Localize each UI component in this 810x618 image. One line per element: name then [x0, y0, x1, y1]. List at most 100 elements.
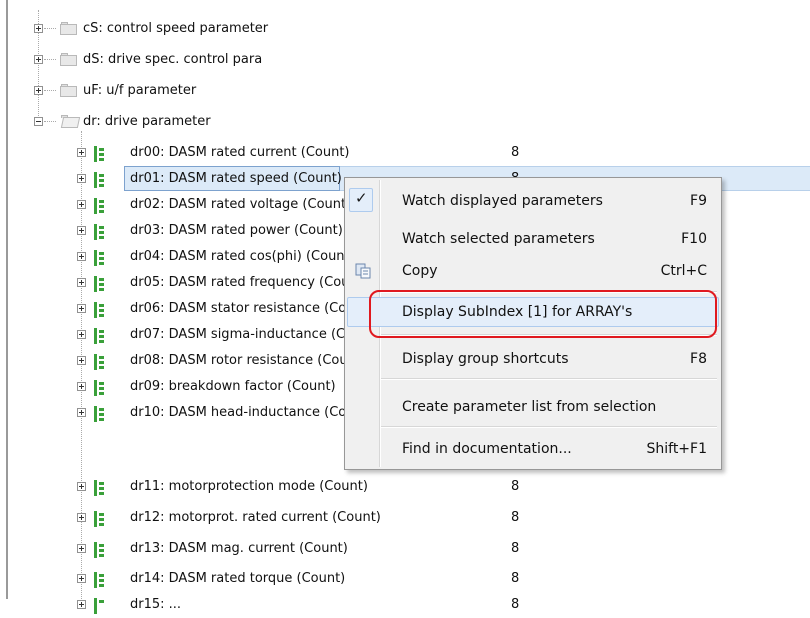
expand-icon[interactable]: [77, 382, 86, 391]
open-folder-icon: [60, 115, 81, 128]
folder-icon: [60, 53, 77, 66]
tree-group-cs[interactable]: cS: control speed parameter: [0, 16, 810, 42]
param-icon: [94, 511, 104, 527]
param-icon: [94, 276, 104, 292]
tree-connector: [44, 121, 56, 123]
menu-item-label: Create parameter list from selection: [402, 399, 657, 415]
param-icon: [94, 406, 104, 422]
param-label: dr03: DASM rated power (Count): [130, 223, 343, 238]
expand-icon[interactable]: [77, 148, 86, 157]
expand-icon[interactable]: [77, 574, 86, 583]
copy-icon: [355, 263, 371, 279]
param-label: dr02: DASM rated voltage (Count): [130, 197, 352, 212]
menu-item-label: Watch selected parameters: [402, 231, 595, 247]
expand-icon[interactable]: [77, 544, 86, 553]
tree-connector: [44, 28, 56, 30]
param-icon: [94, 598, 104, 614]
param-value: 8: [511, 510, 520, 525]
param-row-dr13[interactable]: dr13: DASM mag. current (Count) 8: [0, 536, 810, 562]
param-value: 8: [511, 541, 520, 556]
param-row-dr15[interactable]: dr15: ... 8: [0, 592, 810, 618]
param-icon: [94, 198, 104, 214]
param-value: 8: [511, 597, 520, 612]
param-label: dr14: DASM rated torque (Count): [130, 571, 346, 586]
param-label: dr10: DASM head-inductance (Count): [130, 405, 373, 420]
param-row-dr00[interactable]: dr00: DASM rated current (Count) 8: [0, 140, 810, 166]
menu-item-shortcut: Shift+F1: [646, 441, 707, 457]
param-row-dr11[interactable]: dr11: motorprotection mode (Count) 8: [0, 474, 810, 500]
tree-group-label: dr: drive parameter: [83, 114, 211, 129]
expand-icon[interactable]: [34, 24, 43, 33]
param-icon: [94, 480, 104, 496]
expand-icon[interactable]: [77, 482, 86, 491]
param-label: dr06: DASM stator resistance (Count): [130, 301, 373, 316]
menu-item-label: Find in documentation...: [402, 441, 572, 457]
expand-icon[interactable]: [77, 330, 86, 339]
tree-group-dr[interactable]: dr: drive parameter: [0, 109, 810, 135]
param-icon: [94, 302, 104, 318]
param-icon: [94, 224, 104, 240]
param-label: dr15: ...: [130, 597, 182, 612]
param-label: dr07: DASM sigma-inductance (Count): [130, 327, 380, 342]
tree-group-ds[interactable]: dS: drive spec. control para: [0, 47, 810, 73]
param-label: dr05: DASM rated frequency (Count): [130, 275, 368, 290]
param-value: 8: [511, 479, 520, 494]
expand-icon[interactable]: [77, 304, 86, 313]
param-icon: [94, 380, 104, 396]
expand-icon[interactable]: [77, 513, 86, 522]
menu-item-create-parameter-list[interactable]: Create parameter list from selection: [347, 392, 719, 422]
param-label: dr11: motorprotection mode (Count): [130, 479, 368, 494]
expand-icon[interactable]: [77, 252, 86, 261]
tree-group-label: cS: control speed parameter: [83, 21, 269, 36]
menu-item-shortcut: F10: [681, 231, 707, 247]
checkmark-icon: ✓: [355, 189, 368, 207]
expand-icon[interactable]: [34, 55, 43, 64]
menu-separator: [381, 378, 717, 380]
tree-group-uf[interactable]: uF: u/f parameter: [0, 78, 810, 104]
collapse-icon[interactable]: [34, 117, 43, 126]
menu-item-label: Watch displayed parameters: [402, 193, 603, 209]
menu-item-label: Copy: [402, 263, 438, 279]
expand-icon[interactable]: [77, 174, 86, 183]
menu-item-watch-displayed[interactable]: ✓ Watch displayed parameters F9: [347, 186, 719, 216]
menu-item-shortcut: Ctrl+C: [660, 263, 707, 279]
param-icon: [94, 542, 104, 558]
param-label: dr04: DASM rated cos(phi) (Count): [130, 249, 355, 264]
param-label: dr01: DASM rated speed (Count): [130, 171, 342, 186]
param-label: dr12: motorprot. rated current (Count): [130, 510, 381, 525]
folder-icon: [60, 22, 77, 35]
param-label: dr08: DASM rotor resistance (Count): [130, 353, 367, 368]
tree-connector: [44, 90, 56, 92]
expand-icon[interactable]: [77, 200, 86, 209]
menu-item-group-shortcuts[interactable]: Display group shortcuts F8: [347, 344, 719, 374]
tree-connector: [44, 59, 56, 61]
param-icon: [94, 328, 104, 344]
param-row-dr12[interactable]: dr12: motorprot. rated current (Count) 8: [0, 505, 810, 531]
expand-icon[interactable]: [77, 356, 86, 365]
highlight-callout: [369, 290, 717, 338]
expand-icon[interactable]: [77, 278, 86, 287]
folder-icon: [60, 84, 77, 97]
menu-item-find-in-documentation[interactable]: Find in documentation... Shift+F1: [347, 434, 719, 464]
param-value: 8: [511, 571, 520, 586]
param-label: dr00: DASM rated current (Count): [130, 145, 350, 160]
tree-group-label: dS: drive spec. control para: [83, 52, 263, 67]
expand-icon[interactable]: [34, 86, 43, 95]
menu-item-copy[interactable]: Copy Ctrl+C: [347, 256, 719, 286]
param-icon: [94, 354, 104, 370]
param-label: dr13: DASM mag. current (Count): [130, 541, 348, 556]
param-label: dr09: breakdown factor (Count): [130, 379, 336, 394]
menu-item-shortcut: F9: [690, 193, 707, 209]
param-row-dr14[interactable]: dr14: DASM rated torque (Count) 8: [0, 566, 810, 592]
param-icon: [94, 172, 104, 188]
tree-group-label: uF: u/f parameter: [83, 83, 197, 98]
menu-item-shortcut: F8: [690, 351, 707, 367]
menu-item-label: Display group shortcuts: [402, 351, 569, 367]
expand-icon[interactable]: [77, 408, 86, 417]
menu-separator: [381, 426, 717, 428]
param-icon: [94, 146, 104, 162]
menu-item-watch-selected[interactable]: Watch selected parameters F10: [347, 224, 719, 254]
expand-icon[interactable]: [77, 600, 86, 609]
expand-icon[interactable]: [77, 226, 86, 235]
param-icon: [94, 250, 104, 266]
